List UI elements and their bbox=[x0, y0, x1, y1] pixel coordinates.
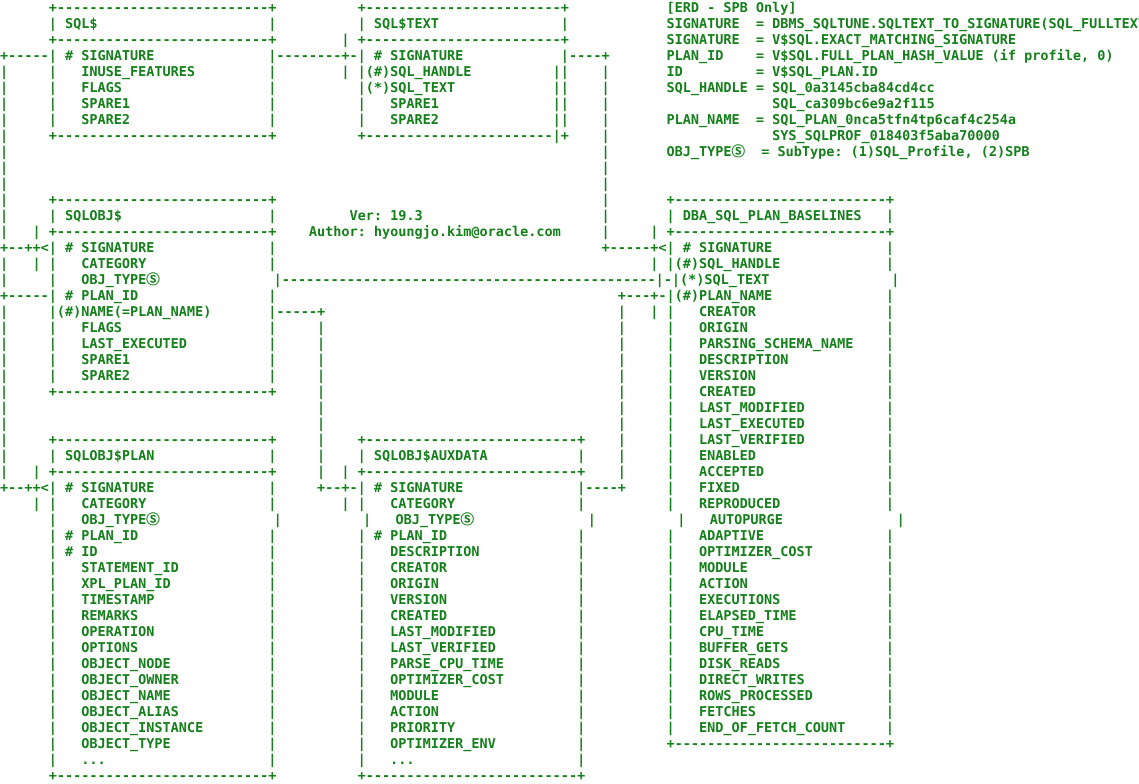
ascii-erd-art: +--------------------------+ +----------… bbox=[0, 0, 1139, 784]
erd-canvas: +--------------------------+ +----------… bbox=[0, 0, 1139, 784]
